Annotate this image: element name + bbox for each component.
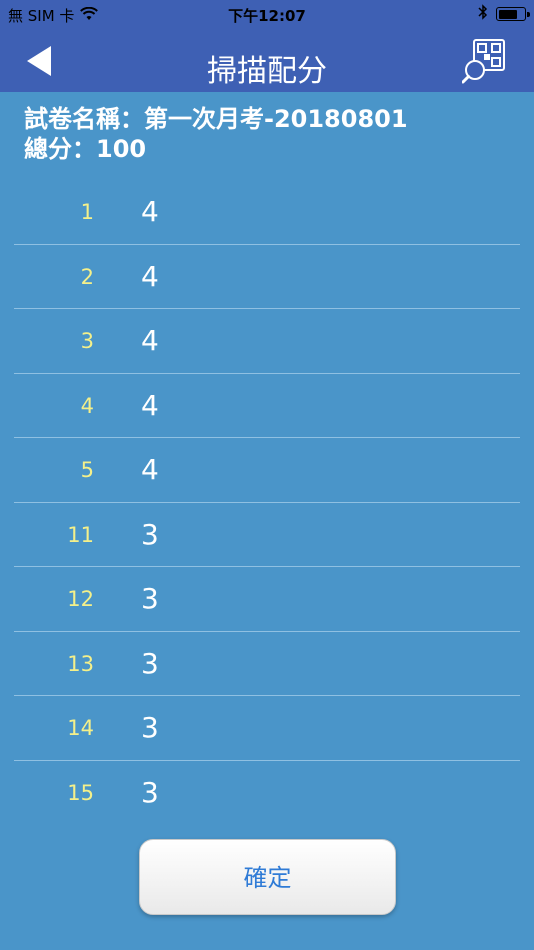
bluetooth-icon [478,4,488,24]
question-score: 4 [141,259,159,293]
question-score: 4 [141,324,159,357]
score-row[interactable]: 1 4 [14,180,520,245]
score-row[interactable]: 15 3 [14,761,520,826]
battery-level [498,9,518,19]
question-number: 3 [80,329,94,353]
question-number: 5 [80,458,94,482]
question-score: 3 [141,646,159,680]
question-number: 15 [67,780,94,805]
qr-search-icon [461,39,505,84]
question-number: 14 [67,716,94,740]
question-number: 4 [80,393,94,418]
score-row[interactable]: 4 4 [14,374,520,438]
question-score: 4 [141,388,159,422]
question-score: 3 [141,582,159,615]
question-number: 2 [80,264,94,289]
status-bar: 無 SIM 卡 下午12:07 [0,0,534,28]
confirm-button[interactable]: 確定 [139,839,396,915]
question-number: 11 [67,522,94,547]
question-score: 3 [141,517,159,551]
battery-icon [496,7,530,21]
scan-qr-button[interactable] [461,38,506,84]
exam-name: 試卷名稱：第一次月考-20180801 [24,105,408,133]
exam-info: 試卷名稱：第一次月考-20180801 總分：100 [24,104,408,164]
score-list: 1 4 2 4 3 4 4 4 5 4 11 3 12 3 13 3 14 3 … [0,180,534,825]
score-row[interactable]: 5 4 [14,438,520,503]
score-row[interactable]: 14 3 [14,696,520,761]
question-number: 12 [67,587,94,611]
question-number: 1 [80,200,94,224]
question-score: 4 [141,195,159,228]
status-right [478,4,530,24]
question-score: 4 [141,453,159,486]
total-score: 總分：100 [24,135,147,163]
score-row[interactable]: 3 4 [14,309,520,374]
question-number: 13 [67,651,94,676]
score-row[interactable]: 12 3 [14,567,520,632]
nav-bar: 掃描配分 [0,28,534,92]
score-row[interactable]: 11 3 [14,503,520,567]
page-title: 掃描配分 [207,54,327,89]
question-score: 3 [141,775,159,809]
question-score: 3 [141,711,159,744]
score-row[interactable]: 2 4 [14,245,520,309]
status-time: 下午12:07 [228,7,306,25]
score-row[interactable]: 13 3 [14,632,520,696]
